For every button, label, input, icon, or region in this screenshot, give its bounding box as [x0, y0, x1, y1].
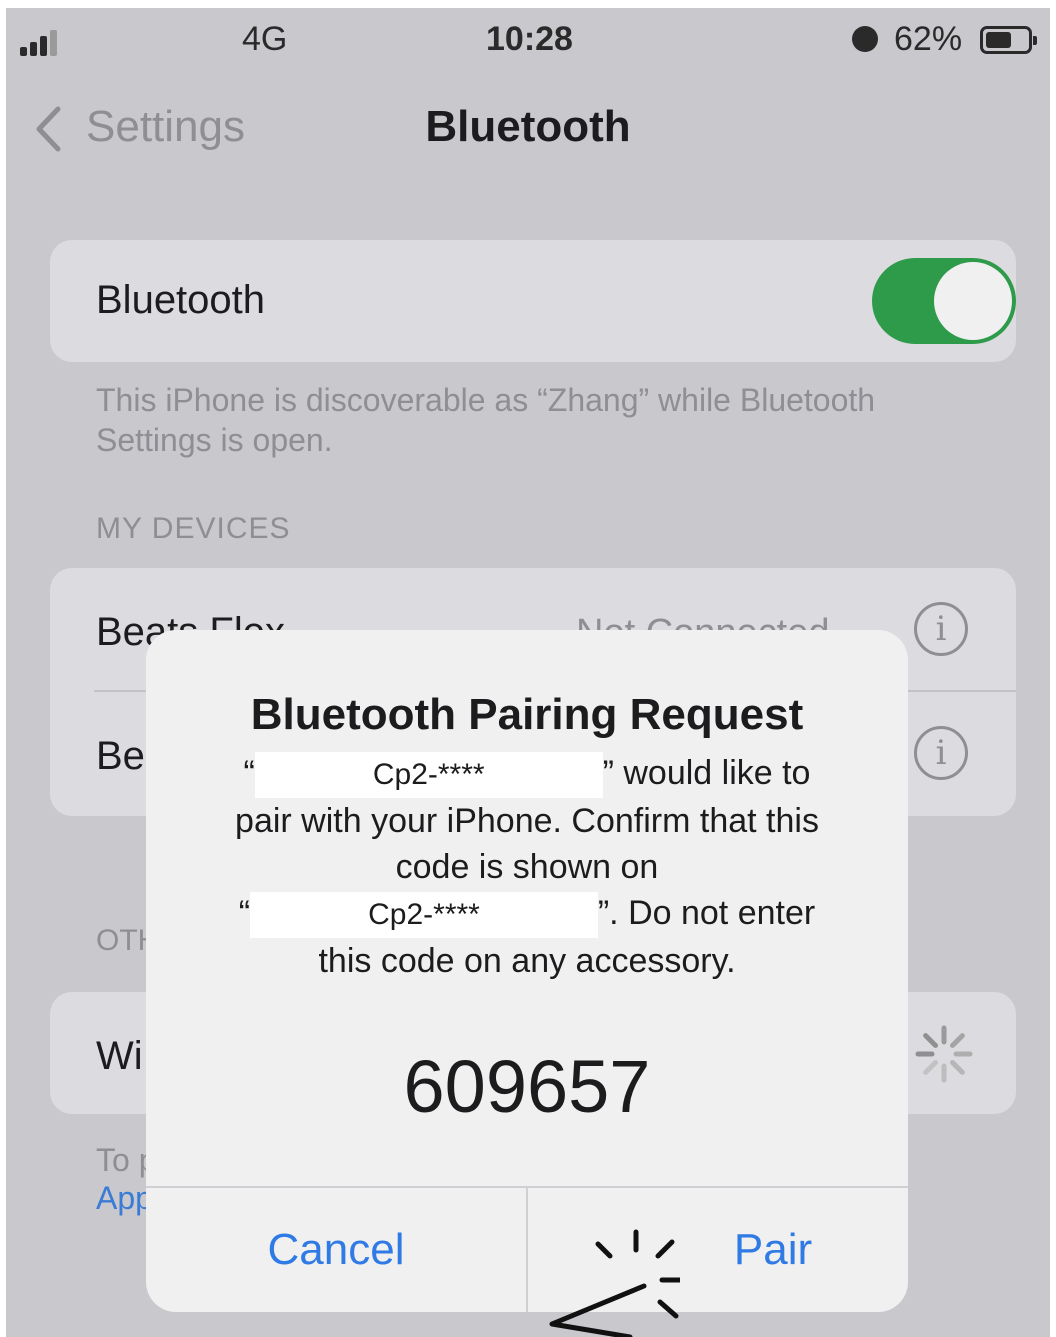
device-name-highlight: Cp2-**** — [254, 752, 603, 798]
bluetooth-toggle-row: Bluetooth — [50, 240, 1016, 362]
info-icon[interactable]: i — [914, 726, 968, 780]
signal-icon — [20, 28, 70, 56]
bluetooth-toggle[interactable] — [872, 258, 1016, 344]
apple-watch-link[interactable]: App — [96, 1180, 153, 1217]
page-title: Bluetooth — [425, 102, 631, 151]
cancel-button[interactable]: Cancel — [146, 1188, 526, 1312]
pairing-request-dialog: Bluetooth Pairing Request “Cp2-****” wou… — [146, 630, 908, 1312]
device-name[interactable]: Wi — [96, 1034, 143, 1079]
quote-close: ”. Do not enter — [597, 894, 816, 932]
status-bar: 4G 10:28 62% — [6, 8, 1050, 68]
quote-open: “ — [243, 754, 255, 792]
battery-percent: 62% — [894, 20, 963, 58]
dialog-title: Bluetooth Pairing Request — [250, 690, 804, 739]
clock: 10:28 — [486, 20, 573, 58]
dialog-line: this code on any accessory. — [318, 942, 736, 980]
quote-open: “ — [238, 894, 251, 932]
battery-icon — [980, 26, 1037, 54]
device-name-highlight: Cp2-**** — [250, 892, 598, 938]
dialog-line: code is shown on — [395, 848, 659, 886]
loading-spinner-icon — [915, 1025, 973, 1083]
alarm-icon — [852, 26, 878, 52]
dialog-message: “Cp2-****” would like to pair with your … — [172, 750, 882, 984]
quote-close: ” would like to — [602, 754, 811, 792]
click-cursor-icon — [549, 1229, 680, 1337]
dialog-line: pair with your iPhone. Confirm that this — [235, 802, 819, 840]
device-name: Be — [96, 734, 145, 778]
network-type: 4G — [242, 20, 288, 58]
bluetooth-label: Bluetooth — [96, 278, 266, 322]
pairing-code: 609657 — [403, 1045, 651, 1128]
discoverable-note: This iPhone is discoverable as “Zhang” w… — [96, 382, 876, 458]
info-icon[interactable]: i — [914, 602, 968, 656]
my-devices-header: MY DEVICES — [96, 512, 291, 545]
toggle-knob — [934, 262, 1012, 340]
